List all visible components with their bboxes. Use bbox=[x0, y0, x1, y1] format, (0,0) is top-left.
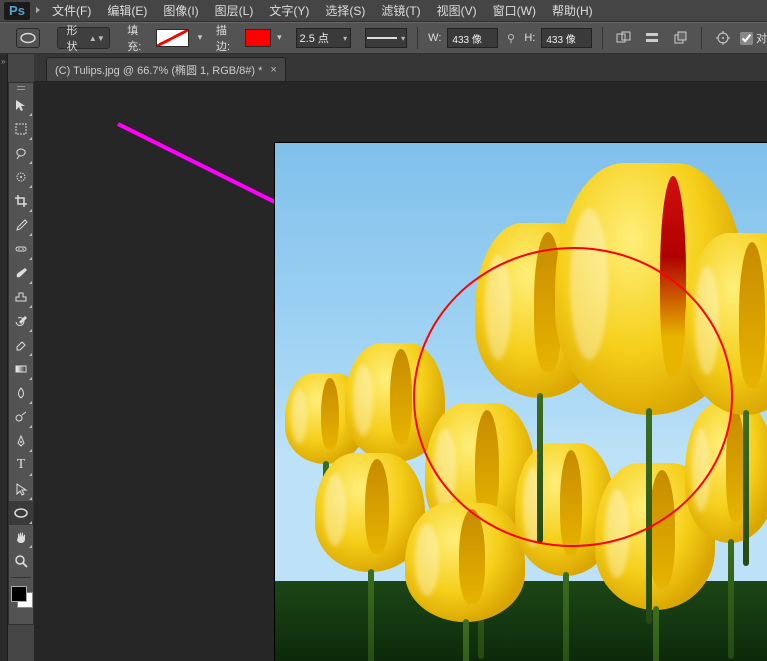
dodge-tool[interactable] bbox=[9, 405, 33, 429]
move-tool[interactable] bbox=[9, 93, 33, 117]
history-brush-tool[interactable] bbox=[9, 309, 33, 333]
width-input[interactable]: 433 像 bbox=[447, 28, 497, 48]
menu-type[interactable]: 文字(Y) bbox=[261, 2, 317, 19]
menu-select[interactable]: 选择(S) bbox=[317, 2, 373, 19]
app-logo[interactable]: Ps bbox=[4, 2, 30, 20]
shape-options-button[interactable] bbox=[712, 27, 734, 49]
stamp-tool[interactable] bbox=[9, 285, 33, 309]
align-edges-checkbox[interactable] bbox=[740, 32, 753, 45]
foreground-color-swatch[interactable] bbox=[11, 586, 27, 602]
menu-layer[interactable]: 图层(L) bbox=[207, 2, 262, 19]
stroke-style-select[interactable] bbox=[365, 28, 407, 48]
stroke-label: 描边: bbox=[216, 22, 239, 54]
w-label: W: bbox=[428, 32, 441, 44]
quick-select-tool[interactable] bbox=[9, 165, 33, 189]
pen-tool[interactable] bbox=[9, 429, 33, 453]
crop-tool[interactable] bbox=[9, 189, 33, 213]
menu-image[interactable]: 图像(I) bbox=[155, 2, 206, 19]
divider bbox=[701, 27, 702, 49]
type-tool[interactable]: T bbox=[9, 453, 33, 477]
current-tool-icon[interactable] bbox=[16, 28, 40, 48]
link-dimension-icon[interactable]: ⚲ bbox=[504, 32, 519, 45]
menu-file[interactable]: 文件(F) bbox=[44, 2, 99, 19]
ellipse-tool[interactable] bbox=[9, 501, 33, 525]
width-value: 433 像 bbox=[452, 31, 481, 46]
path-select-tool[interactable] bbox=[9, 477, 33, 501]
toolbox-grip[interactable] bbox=[9, 83, 33, 93]
canvas-area bbox=[34, 82, 767, 661]
path-align-button[interactable] bbox=[641, 27, 663, 49]
marquee-tool[interactable] bbox=[9, 117, 33, 141]
tool-mode-select[interactable]: 形状 ▲▼ bbox=[57, 27, 109, 49]
lasso-tool[interactable] bbox=[9, 141, 33, 165]
fill-label: 填充: bbox=[127, 22, 150, 54]
document-image[interactable] bbox=[274, 142, 767, 661]
options-bar: 形状 ▲▼ 填充: 描边: 2.5 点 W: 433 像 ⚲ H: 433 像 … bbox=[0, 22, 767, 54]
h-label: H: bbox=[524, 32, 535, 44]
height-value: 433 像 bbox=[546, 31, 575, 46]
tool-mode-label: 形状 bbox=[66, 22, 84, 54]
collapse-icon: » bbox=[1, 57, 5, 66]
eyedropper-tool[interactable] bbox=[9, 213, 33, 237]
gradient-tool[interactable] bbox=[9, 357, 33, 381]
tab-close-button[interactable]: × bbox=[270, 64, 276, 76]
align-edges-check[interactable]: 对 bbox=[740, 30, 767, 46]
stroke-swatch[interactable] bbox=[245, 29, 271, 47]
hand-tool[interactable] bbox=[9, 525, 33, 549]
divider bbox=[417, 27, 418, 49]
eraser-tool[interactable] bbox=[9, 333, 33, 357]
menu-window[interactable]: 窗口(W) bbox=[485, 2, 544, 19]
panel-dock-strip[interactable]: » bbox=[0, 54, 8, 661]
document-tab-title: (C) Tulips.jpg @ 66.7% (椭圆 1, RGB/8#) * bbox=[55, 62, 262, 78]
path-combine-button[interactable] bbox=[613, 27, 635, 49]
brush-tool[interactable] bbox=[9, 261, 33, 285]
stroke-width-input[interactable]: 2.5 点 bbox=[296, 28, 352, 48]
color-swatches[interactable] bbox=[9, 584, 33, 624]
zoom-tool[interactable] bbox=[9, 549, 33, 573]
heal-tool[interactable] bbox=[9, 237, 33, 261]
menu-help[interactable]: 帮助(H) bbox=[544, 2, 601, 19]
align-edges-label: 对 bbox=[756, 30, 767, 46]
fill-swatch[interactable] bbox=[156, 29, 189, 47]
document-tab-bar: (C) Tulips.jpg @ 66.7% (椭圆 1, RGB/8#) * … bbox=[34, 54, 767, 82]
document-tab[interactable]: (C) Tulips.jpg @ 66.7% (椭圆 1, RGB/8#) * … bbox=[46, 57, 286, 81]
path-arrange-button[interactable] bbox=[669, 27, 691, 49]
stroke-width-value: 2.5 点 bbox=[300, 30, 329, 46]
divider bbox=[602, 27, 603, 49]
menu-filter[interactable]: 滤镜(T) bbox=[373, 2, 428, 19]
menu-edit[interactable]: 编辑(E) bbox=[99, 2, 155, 19]
menu-view[interactable]: 视图(V) bbox=[429, 2, 485, 19]
toolbox: T bbox=[8, 82, 34, 625]
menu-bar: Ps 文件(F) 编辑(E) 图像(I) 图层(L) 文字(Y) 选择(S) 滤… bbox=[0, 0, 767, 22]
height-input[interactable]: 433 像 bbox=[541, 28, 591, 48]
blur-tool[interactable] bbox=[9, 381, 33, 405]
